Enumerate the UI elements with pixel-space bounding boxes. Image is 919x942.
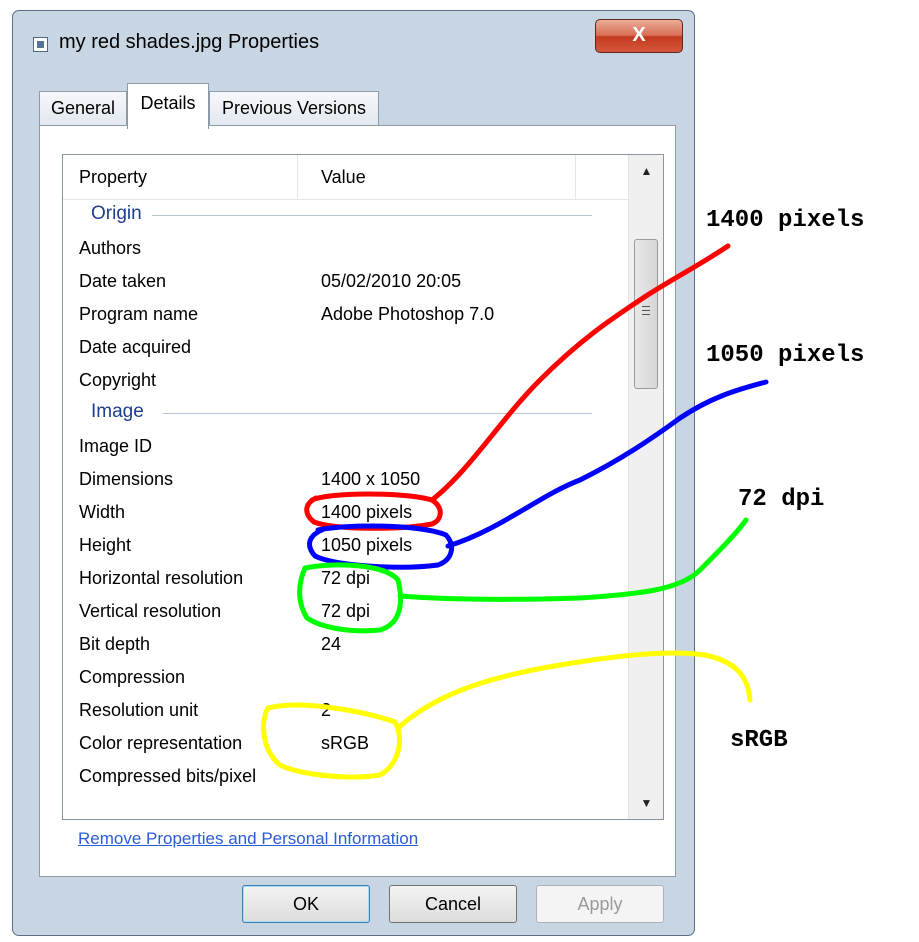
properties-list[interactable]: Property Value Origin Authors Date taken…	[62, 154, 664, 820]
tab-details[interactable]: Details	[127, 83, 209, 129]
property-name: Vertical resolution	[79, 601, 222, 621]
tab-general[interactable]: General	[39, 91, 127, 125]
close-button[interactable]: X	[595, 19, 683, 53]
property-row[interactable]: Date taken 05/02/2010 20:05	[63, 265, 628, 298]
property-name: Horizontal resolution	[79, 568, 244, 588]
color-callout-label: sRGB	[730, 727, 788, 754]
property-value: 05/02/2010 20:05	[321, 271, 462, 291]
property-name: Dimensions	[79, 469, 174, 489]
column-divider[interactable]	[297, 155, 298, 199]
property-name: Date taken	[79, 271, 167, 291]
property-name: Date acquired	[79, 337, 192, 357]
title-bar[interactable]: my red shades.jpg Properties X	[13, 11, 694, 69]
group-header-image[interactable]: Image	[63, 397, 628, 430]
grip-line	[642, 310, 650, 311]
property-row[interactable]: Compressed bits/pixel	[63, 760, 628, 793]
property-name: Compression	[79, 667, 186, 687]
image-file-icon	[33, 37, 48, 52]
scroll-thumb[interactable]	[634, 239, 658, 389]
window-title: my red shades.jpg Properties	[59, 31, 320, 53]
property-row[interactable]: Resolution unit 2	[63, 694, 628, 727]
property-value: 72 dpi	[321, 601, 371, 621]
property-row[interactable]: Vertical resolution 72 dpi	[63, 595, 628, 628]
property-row[interactable]: Image ID	[63, 430, 628, 463]
group-divider-line	[163, 413, 592, 414]
height-callout-label: 1050 pixels	[706, 342, 865, 369]
property-value: sRGB	[321, 733, 370, 753]
list-header: Property Value	[63, 155, 628, 200]
property-row[interactable]: Color representation sRGB	[63, 727, 628, 760]
details-panel: Property Value Origin Authors Date taken…	[39, 125, 676, 877]
property-value: 1400 pixels	[321, 502, 413, 522]
width-callout-label: 1400 pixels	[706, 207, 865, 234]
apply-button[interactable]: Apply	[536, 885, 664, 923]
property-row[interactable]: Date acquired	[63, 331, 628, 364]
vertical-scrollbar[interactable]: ▲ ▼	[628, 155, 663, 819]
ok-button[interactable]: OK	[242, 885, 370, 923]
property-name: Program name	[79, 304, 199, 324]
property-row[interactable]: Width 1400 pixels	[63, 496, 628, 529]
property-name: Width	[79, 502, 126, 522]
property-row[interactable]: Copyright	[63, 364, 628, 397]
property-name: Authors	[79, 238, 142, 258]
remove-properties-link[interactable]: Remove Properties and Personal Informati…	[78, 829, 418, 849]
tab-previous-versions[interactable]: Previous Versions	[209, 91, 379, 125]
grip-line	[642, 314, 650, 315]
group-title: Origin	[91, 203, 152, 225]
property-name: Color representation	[79, 733, 243, 753]
properties-dialog: my red shades.jpg Properties X General D…	[12, 10, 695, 936]
property-value: 72 dpi	[321, 568, 371, 588]
property-value: 24	[321, 634, 342, 654]
property-value: 1400 x 1050	[321, 469, 421, 489]
column-divider[interactable]	[575, 155, 576, 199]
scroll-down-arrow-icon[interactable]: ▼	[629, 787, 663, 819]
property-value: 1050 pixels	[321, 535, 413, 555]
property-row[interactable]: Program name Adobe Photoshop 7.0	[63, 298, 628, 331]
property-name: Resolution unit	[79, 700, 199, 720]
grip-line	[642, 306, 650, 307]
property-row[interactable]: Dimensions 1400 x 1050	[63, 463, 628, 496]
column-header-property[interactable]: Property	[79, 167, 147, 188]
group-header-origin[interactable]: Origin	[63, 199, 628, 232]
group-divider-line	[151, 215, 592, 216]
property-name: Height	[79, 535, 132, 555]
column-header-value[interactable]: Value	[321, 167, 366, 188]
property-row[interactable]: Compression	[63, 661, 628, 694]
property-name: Bit depth	[79, 634, 151, 654]
property-value: Adobe Photoshop 7.0	[321, 304, 495, 324]
property-rows: Origin Authors Date taken 05/02/2010 20:0…	[63, 199, 628, 793]
property-name: Image ID	[79, 436, 153, 456]
property-name: Compressed bits/pixel	[79, 766, 257, 786]
property-value: 2	[321, 700, 332, 720]
scroll-up-arrow-icon[interactable]: ▲	[629, 155, 663, 187]
property-row[interactable]: Horizontal resolution 72 dpi	[63, 562, 628, 595]
cancel-button[interactable]: Cancel	[389, 885, 517, 923]
property-row[interactable]: Bit depth 24	[63, 628, 628, 661]
property-row[interactable]: Authors	[63, 232, 628, 265]
group-title: Image	[91, 401, 154, 423]
property-row[interactable]: Height 1050 pixels	[63, 529, 628, 562]
resolution-callout-label: 72 dpi	[738, 486, 825, 513]
property-name: Copyright	[79, 370, 157, 390]
